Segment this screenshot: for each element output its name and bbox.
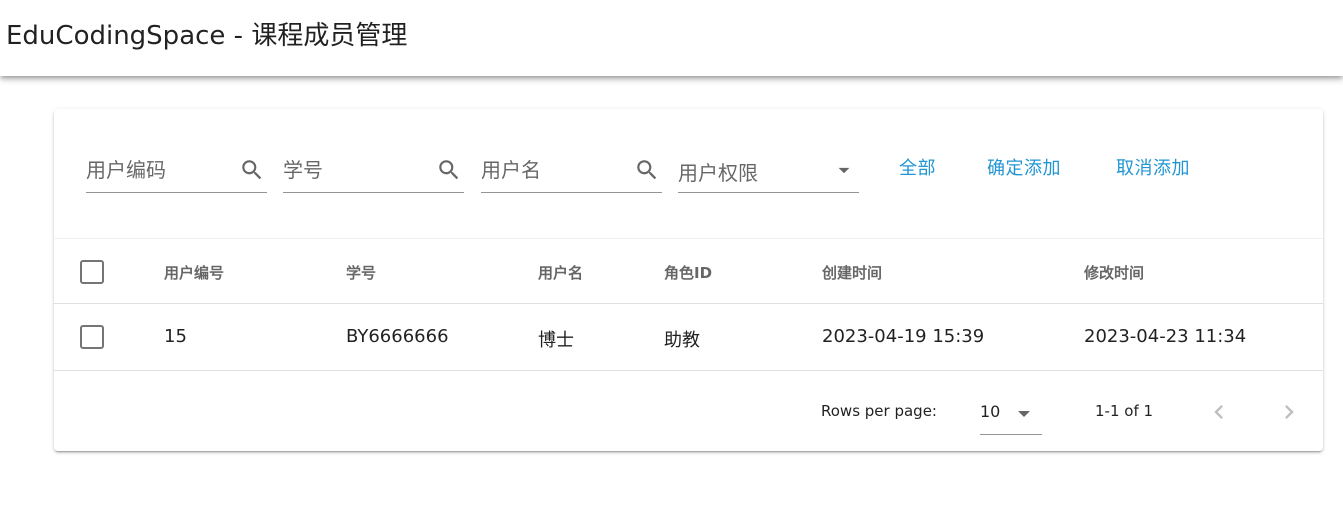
select-all-checkbox[interactable] xyxy=(80,260,104,284)
rows-per-page-value: 10 xyxy=(980,402,1001,421)
confirm-add-button[interactable]: 确定添加 xyxy=(987,149,1061,189)
menu-down-icon[interactable] xyxy=(831,157,857,183)
rows-per-page-label: Rows per page: xyxy=(821,402,937,420)
cell-user-id: 15 xyxy=(164,326,187,347)
column-header-created[interactable]: 创建时间 xyxy=(822,262,882,283)
cell-username: 博士 xyxy=(538,330,574,351)
role-select[interactable]: 用户权限 xyxy=(678,145,859,193)
rows-per-page-select[interactable]: 10 xyxy=(980,392,1042,435)
cell-role: 助教 xyxy=(664,330,700,351)
user-code-input[interactable] xyxy=(86,155,226,185)
members-card: 用户权限 全部 确定添加 取消添加 用户编号 学号 用户名 角色ID 创建时间 … xyxy=(54,109,1323,451)
column-header-role-id[interactable]: 角色ID xyxy=(664,262,712,283)
table-footer: Rows per page: 10 1-1 of 1 xyxy=(54,372,1323,451)
username-field[interactable] xyxy=(481,145,662,193)
column-header-user-id[interactable]: 用户编号 xyxy=(164,262,224,283)
pagination-range: 1-1 of 1 xyxy=(1095,402,1154,420)
cell-modified: 2023-04-23 11:34 xyxy=(1084,326,1247,347)
column-header-student-id[interactable]: 学号 xyxy=(346,262,376,283)
cell-student-id: BY6666666 xyxy=(346,326,449,347)
student-id-input[interactable] xyxy=(283,155,423,185)
search-icon[interactable] xyxy=(239,157,265,183)
table-header: 用户编号 学号 用户名 角色ID 创建时间 修改时间 xyxy=(54,238,1323,304)
search-icon[interactable] xyxy=(634,157,660,183)
search-icon[interactable] xyxy=(436,157,462,183)
chevron-right-icon[interactable] xyxy=(1275,398,1303,426)
column-header-modified[interactable]: 修改时间 xyxy=(1084,262,1144,283)
row-checkbox[interactable] xyxy=(80,325,104,349)
column-header-username[interactable]: 用户名 xyxy=(538,262,583,283)
table-row[interactable]: 15 BY6666666 博士 助教 2023-04-19 15:39 2023… xyxy=(54,304,1323,371)
role-select-label: 用户权限 xyxy=(678,161,758,185)
all-button[interactable]: 全部 xyxy=(899,149,936,189)
menu-down-icon[interactable] xyxy=(1016,409,1032,419)
page-title: EduCodingSpace - 课程成员管理 xyxy=(6,21,408,51)
cell-created: 2023-04-19 15:39 xyxy=(822,326,985,347)
chevron-left-icon[interactable] xyxy=(1205,398,1233,426)
student-id-field[interactable] xyxy=(283,145,464,193)
app-bar: EduCodingSpace - 课程成员管理 xyxy=(0,0,1343,76)
username-input[interactable] xyxy=(481,155,621,185)
cancel-add-button[interactable]: 取消添加 xyxy=(1116,149,1190,189)
user-code-field[interactable] xyxy=(86,145,267,193)
